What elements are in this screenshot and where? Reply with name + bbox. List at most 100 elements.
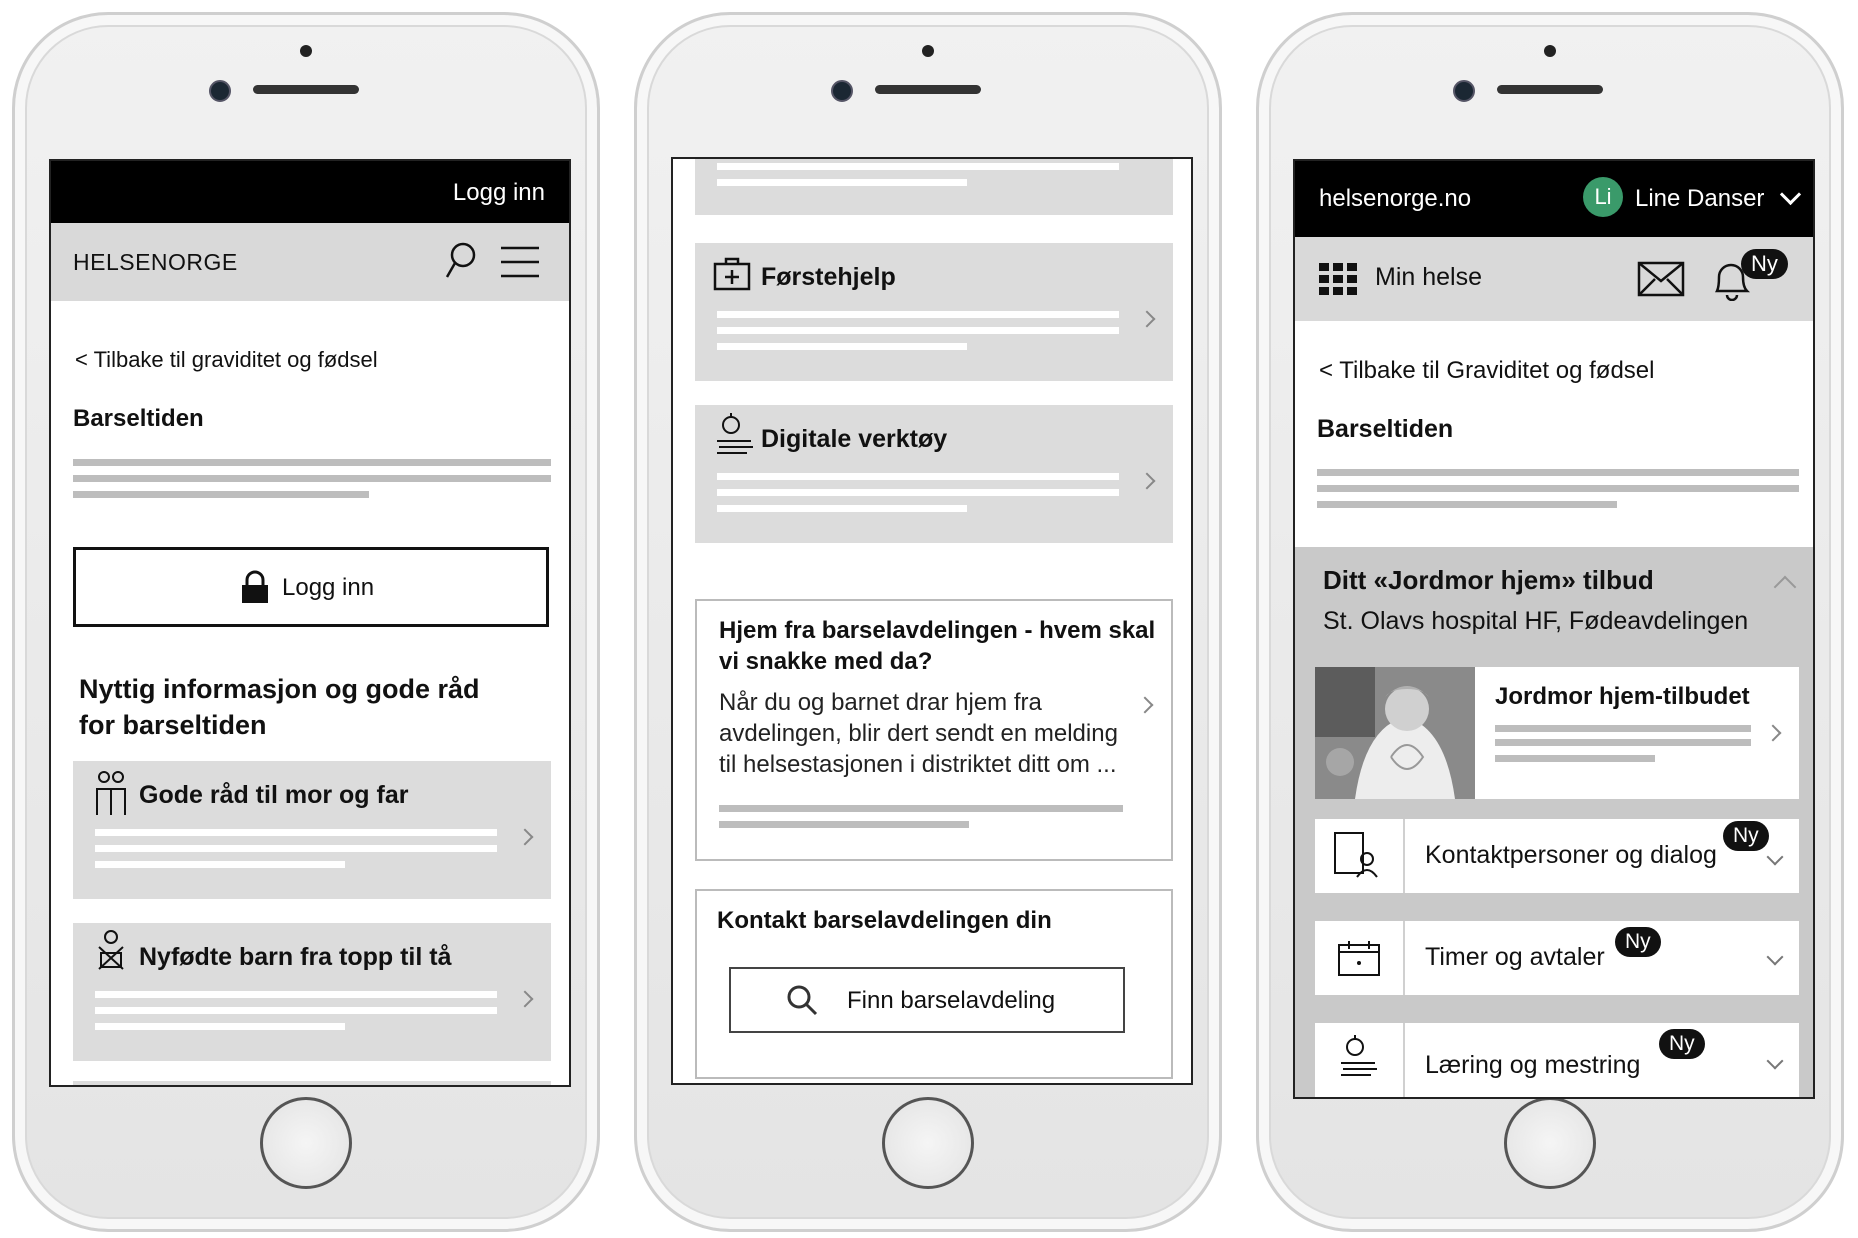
sensor-dot	[1544, 45, 1556, 57]
contact-card: Kontakt barselavdelingen din Finn barsel…	[695, 889, 1173, 1079]
card-label: Førstehjelp	[761, 263, 896, 291]
placeholder-line	[717, 163, 1119, 170]
lock-icon	[242, 570, 268, 603]
top-login-link[interactable]: Logg inn	[453, 179, 545, 207]
card-label: Digitale verktøy	[761, 425, 948, 453]
offer-subtitle: St. Olavs hospital HF, Fødeavdelingen	[1323, 607, 1749, 635]
row-label: Kontaktpersoner og dialog	[1425, 841, 1717, 869]
login-button-label: Logg inn	[282, 574, 375, 601]
new-badge: Ny	[1615, 927, 1661, 957]
user-name[interactable]: Line Danser	[1635, 185, 1764, 213]
row-kontaktpersoner[interactable]: Kontaktpersoner og dialog Ny	[1315, 819, 1799, 893]
baby-icon	[98, 930, 124, 970]
row-timer[interactable]: Timer og avtaler Ny	[1315, 921, 1799, 995]
row-icon-cell	[1315, 921, 1405, 995]
offer-card[interactable]: Jordmor hjem-tilbudet	[1315, 667, 1799, 799]
site-link[interactable]: helsenorge.no	[1319, 185, 1471, 213]
apps-grid-icon[interactable]	[1319, 263, 1357, 295]
offer-panel: Ditt «Jordmor hjem» tilbud St. Olavs hos…	[1295, 547, 1813, 1097]
offer-card-title: Jordmor hjem-tilbudet	[1495, 683, 1750, 710]
top-bar: Logg inn	[51, 161, 569, 223]
notification-badge: Ny	[1741, 249, 1788, 279]
avatar[interactable]: Li	[1583, 177, 1623, 217]
placeholder-line	[717, 327, 1119, 334]
header: Min helse Ny	[1295, 237, 1813, 321]
first-aid-icon	[713, 257, 751, 291]
card-partial	[73, 1081, 551, 1085]
article-card[interactable]: Hjem fra barselavdelingen - hvem skal vi…	[695, 599, 1173, 861]
midwife-photo	[1315, 667, 1475, 799]
card-nyfodte[interactable]: Nyfødte barn fra topp til tå	[73, 923, 551, 1061]
article-excerpt: Når du og barnet drar hjem fra avdelinge…	[719, 689, 1118, 778]
phone3-screen: helsenorge.no Li Line Danser Min helse N…	[1293, 159, 1815, 1099]
placeholder-line	[717, 473, 1119, 480]
placeholder-line	[95, 829, 497, 836]
placeholder-line	[717, 179, 967, 186]
card-gode-rad[interactable]: Gode råd til mor og far	[73, 761, 551, 899]
front-camera	[1453, 80, 1475, 102]
placeholder-line	[717, 311, 1119, 318]
placeholder-line	[1495, 739, 1751, 746]
placeholder-line	[717, 489, 1119, 496]
offer-title: Ditt «Jordmor hjem» tilbud	[1323, 565, 1654, 595]
mail-icon[interactable]	[1637, 261, 1685, 297]
chevron-down-icon[interactable]	[1779, 183, 1802, 206]
row-label: Timer og avtaler	[1425, 943, 1605, 971]
chevron-right-icon	[516, 828, 534, 846]
placeholder-line	[95, 845, 497, 852]
chevron-down-icon	[1766, 848, 1784, 866]
placeholder-line	[1317, 469, 1799, 476]
home-button[interactable]	[882, 1097, 974, 1189]
row-icon-cell	[1315, 1023, 1405, 1097]
speaker-grille	[1497, 85, 1603, 94]
chevron-right-icon	[1138, 310, 1156, 328]
chevron-down-icon	[1766, 948, 1784, 966]
row-icon-cell	[1315, 819, 1405, 893]
placeholder-line	[73, 459, 551, 466]
card-digitale-verktoy[interactable]: Digitale verktøy	[695, 405, 1173, 543]
front-camera	[831, 80, 853, 102]
top-bar: helsenorge.no Li Line Danser	[1295, 161, 1813, 237]
card-label: Nyfødte barn fra topp til tå	[139, 943, 452, 971]
home-button[interactable]	[260, 1097, 352, 1189]
placeholder-line	[1495, 755, 1655, 762]
chevron-right-icon	[1764, 724, 1782, 742]
card-forstehjelp[interactable]: Førstehjelp	[695, 243, 1173, 381]
row-laering[interactable]: Læring og mestring Ny	[1315, 1023, 1799, 1097]
chevron-down-icon	[1766, 1052, 1784, 1070]
chevron-right-icon	[1138, 472, 1156, 490]
collapse-chevron-icon[interactable]	[1773, 575, 1797, 599]
placeholder-line	[717, 505, 967, 512]
contact-heading: Kontakt barselavdelingen din	[717, 907, 1052, 934]
placeholder-line	[1317, 501, 1617, 508]
header: HELSENORGE	[51, 223, 569, 301]
search-icon[interactable]	[443, 241, 477, 281]
card-label: Gode råd til mor og far	[139, 781, 409, 809]
login-button[interactable]: Logg inn	[73, 547, 549, 627]
new-badge: Ny	[1659, 1029, 1705, 1059]
learning-icon	[1341, 1035, 1377, 1076]
row-label: Læring og mestring	[1425, 1051, 1641, 1079]
page-title: Barseltiden	[73, 405, 204, 432]
speaker-grille	[253, 85, 359, 94]
page-title: Barseltiden	[1317, 415, 1454, 443]
chevron-right-icon	[1136, 696, 1154, 714]
card-partial-top	[695, 159, 1173, 215]
sensor-dot	[300, 45, 312, 57]
contact-person-icon	[1334, 832, 1378, 878]
placeholder-line	[95, 861, 345, 868]
home-button[interactable]	[1504, 1097, 1596, 1189]
brand-logo[interactable]: HELSENORGE	[73, 249, 238, 276]
calendar-icon	[1338, 941, 1380, 976]
digital-tools-icon	[717, 413, 753, 454]
phone-frame-1: Logg inn HELSENORGE < Tilbake til gravid…	[12, 12, 600, 1232]
hamburger-menu-icon[interactable]	[501, 245, 539, 279]
placeholder-line	[73, 475, 551, 482]
back-link[interactable]: < Tilbake til Graviditet og fødsel	[1319, 357, 1654, 385]
back-link[interactable]: < Tilbake til graviditet og fødsel	[75, 347, 378, 373]
find-department-button[interactable]: Finn barselavdeling	[729, 967, 1125, 1033]
placeholder-line	[1495, 725, 1751, 732]
placeholder-line	[95, 1007, 497, 1014]
menu-label[interactable]: Min helse	[1375, 263, 1482, 292]
chevron-right-icon	[516, 990, 534, 1008]
